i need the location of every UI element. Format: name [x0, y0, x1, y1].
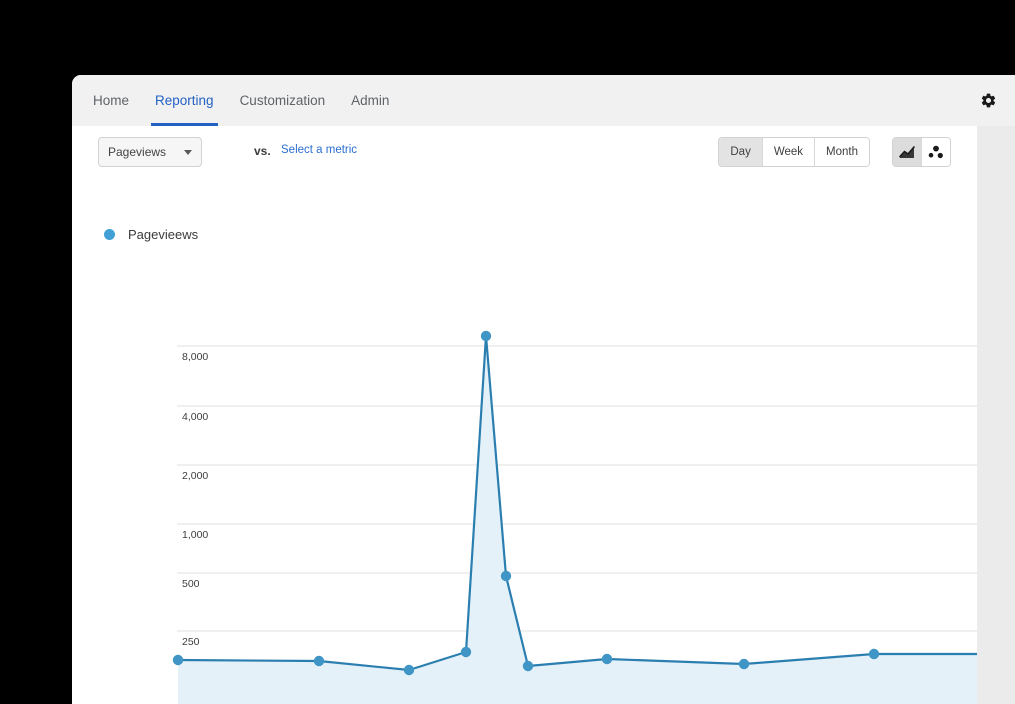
granularity-day-label: Day — [730, 146, 751, 158]
chart-type-bubble-button[interactable] — [922, 138, 950, 166]
granularity-month[interactable]: Month — [815, 138, 869, 166]
nav-item-customization-label: Customization — [239, 93, 326, 108]
chart-y-axis-labels: 8,000 4,000 2,000 1,000 500 250 — [182, 351, 208, 648]
data-point[interactable] — [601, 653, 613, 665]
chart-area-fill — [178, 336, 977, 704]
gear-icon — [981, 93, 995, 108]
chart-type-line-button[interactable] — [893, 138, 922, 166]
y-axis-tick-label: 2,000 — [182, 470, 208, 482]
nav-item-home-label: Home — [93, 93, 130, 108]
app-window: Home Reporting Customization Admin Pagev… — [72, 75, 1015, 704]
data-point[interactable] — [460, 646, 472, 658]
chart-line — [176, 334, 977, 672]
area-fill-path — [178, 336, 977, 704]
nav-item-reporting[interactable]: Reporting — [142, 75, 227, 126]
y-axis-tick-label: 4,000 — [182, 411, 208, 423]
settings-button[interactable] — [975, 88, 1001, 114]
chevron-down-icon — [184, 149, 193, 155]
granularity-month-label: Month — [826, 146, 858, 158]
data-point[interactable] — [500, 570, 512, 582]
y-axis-tick-label: 500 — [182, 578, 200, 590]
chart-controls: Pageviews vs. Select a metric Day Week M… — [72, 126, 977, 178]
chart-data-points[interactable] — [172, 330, 977, 676]
data-point[interactable] — [480, 330, 492, 342]
nav-item-admin[interactable]: Admin — [338, 75, 402, 126]
granularity-day[interactable]: Day — [719, 138, 763, 166]
series-line-path — [176, 334, 977, 672]
granularity-week-label: Week — [773, 146, 804, 158]
line-chart-icon — [899, 146, 915, 158]
data-point[interactable] — [403, 664, 415, 676]
granularity-toggle-group: Day Week Month — [718, 137, 870, 167]
metric-select-value: Pageviews — [108, 145, 167, 159]
metric-select[interactable]: Pageviews — [98, 137, 203, 167]
granularity-week[interactable]: Week — [762, 138, 816, 166]
y-axis-tick-label: 8,000 — [182, 351, 208, 363]
y-axis-tick-label: 1,000 — [182, 529, 208, 541]
report-panel: Pageviews vs. Select a metric Day Week M… — [72, 126, 977, 704]
data-point[interactable] — [172, 654, 184, 666]
top-navigation-bar: Home Reporting Customization Admin — [72, 75, 1015, 126]
data-point[interactable] — [738, 658, 750, 670]
data-point[interactable] — [522, 660, 534, 672]
nav-item-home[interactable]: Home — [80, 75, 142, 126]
nav-item-reporting-label: Reporting — [155, 93, 214, 108]
chart-area: 8,0004,0002,0001,000500250 Mar 22Mar 29A… — [72, 178, 977, 704]
nav-items: Home Reporting Customization Admin — [72, 75, 402, 126]
pageviews-area-chart[interactable]: 8,0004,0002,0001,000500250 Mar 22Mar 29A… — [72, 178, 977, 704]
data-point[interactable] — [313, 655, 325, 667]
screen-root: Home Reporting Customization Admin Pagev… — [0, 0, 1015, 704]
data-point[interactable] — [868, 648, 880, 660]
y-axis-tick-label: 250 — [182, 636, 200, 648]
select-a-metric-link[interactable]: Select a metric — [281, 144, 357, 156]
vs-label: vs. — [254, 144, 271, 158]
chart-gridlines — [177, 345, 977, 632]
nav-item-admin-label: Admin — [351, 93, 390, 108]
nav-item-customization[interactable]: Customization — [227, 75, 339, 126]
chart-type-toggle-group — [892, 137, 951, 167]
bubble-chart-icon — [928, 145, 943, 159]
